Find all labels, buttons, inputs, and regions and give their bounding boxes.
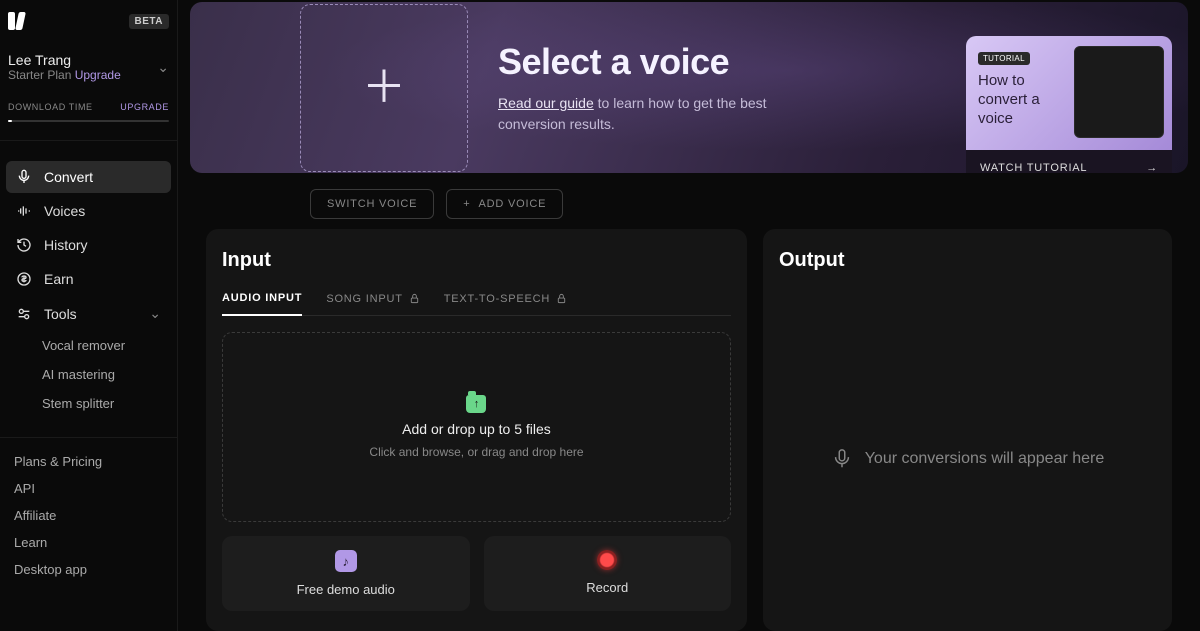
dropzone-subtitle: Click and browse, or drag and drop here	[369, 445, 583, 459]
record-label: Record	[586, 580, 628, 595]
plus-icon: +	[463, 198, 470, 210]
history-icon	[16, 237, 32, 253]
user-account-toggle[interactable]: Lee Trang Starter Plan Upgrade ⌄	[0, 42, 177, 86]
sidebar-header: BETA	[0, 0, 177, 42]
voice-actions: SWITCH VOICE + ADD VOICE	[190, 173, 1188, 229]
music-note-icon: ♪	[335, 550, 357, 572]
select-voice-box[interactable]: ＋	[300, 4, 468, 172]
secondary-nav: Plans & Pricing API Affiliate Learn Desk…	[0, 448, 177, 583]
user-plan: Starter Plan Upgrade	[8, 68, 121, 82]
download-time-section: DOWNLOAD TIME UPGRADE	[0, 86, 177, 130]
link-learn[interactable]: Learn	[14, 535, 163, 550]
record-card[interactable]: Record	[484, 536, 732, 611]
main-nav: Convert Voices History Earn T	[0, 151, 177, 427]
main-content: ＋ Select a voice Read our guide to learn…	[178, 0, 1200, 631]
tab-audio-input[interactable]: AUDIO INPUT	[222, 286, 302, 316]
input-panel: Input AUDIO INPUT SONG INPUT TEXT-TO-SPE…	[206, 229, 747, 631]
lock-icon	[409, 293, 420, 304]
tutorial-footer[interactable]: WATCH TUTORIAL →	[966, 150, 1172, 173]
switch-voice-button[interactable]: SWITCH VOICE	[310, 189, 434, 219]
tab-text-to-speech[interactable]: TEXT-TO-SPEECH	[444, 286, 567, 315]
earn-icon	[16, 271, 32, 287]
download-upgrade-link[interactable]: UPGRADE	[120, 102, 169, 112]
link-affiliate[interactable]: Affiliate	[14, 508, 163, 523]
nav-vocal-remover[interactable]: Vocal remover	[40, 332, 171, 359]
lock-icon	[556, 293, 567, 304]
input-title: Input	[222, 249, 731, 272]
download-time-label: DOWNLOAD TIME	[8, 102, 93, 112]
output-panel: Output Your conversions will appear here	[763, 229, 1172, 631]
tutorial-badge: TUTORIAL	[978, 52, 1030, 65]
demo-label: Free demo audio	[297, 582, 395, 597]
nav-stem-splitter[interactable]: Stem splitter	[40, 390, 171, 417]
user-name: Lee Trang	[8, 52, 121, 68]
input-tabs: AUDIO INPUT SONG INPUT TEXT-TO-SPEECH	[222, 286, 731, 316]
hero-subtitle: Read our guide to learn how to get the b…	[498, 93, 818, 135]
plus-icon: ＋	[362, 66, 406, 110]
download-progress-bar	[8, 120, 169, 122]
nav-voices[interactable]: Voices	[6, 195, 171, 227]
sidebar: BETA Lee Trang Starter Plan Upgrade ⌄ DO…	[0, 0, 178, 631]
output-empty-state: Your conversions will appear here	[779, 286, 1156, 611]
tools-subnav: Vocal remover AI mastering Stem splitter	[6, 332, 171, 417]
microphone-icon	[831, 448, 853, 470]
tutorial-title: How to convert a voice	[978, 72, 1068, 128]
link-plans-pricing[interactable]: Plans & Pricing	[14, 454, 163, 469]
record-icon	[597, 550, 617, 570]
hero-title: Select a voice	[498, 41, 818, 83]
tutorial-preview: TUTORIAL How to convert a voice	[966, 36, 1172, 150]
chevron-down-icon: ⌄	[157, 59, 169, 76]
tutorial-mock-icon	[1074, 46, 1164, 138]
link-api[interactable]: API	[14, 481, 163, 496]
link-desktop-app[interactable]: Desktop app	[14, 562, 163, 577]
voices-icon	[16, 203, 32, 219]
arrow-right-icon: →	[1146, 162, 1158, 173]
app-logo[interactable]	[8, 12, 30, 30]
output-empty-text: Your conversions will appear here	[865, 450, 1105, 468]
nav-earn[interactable]: Earn	[6, 263, 171, 295]
nav-convert[interactable]: Convert	[6, 161, 171, 193]
add-voice-button[interactable]: + ADD VOICE	[446, 189, 563, 219]
read-guide-link[interactable]: Read our guide	[498, 95, 594, 111]
nav-history[interactable]: History	[6, 229, 171, 261]
microphone-icon	[16, 169, 32, 185]
tutorial-card[interactable]: TUTORIAL How to convert a voice WATCH TU…	[966, 36, 1172, 173]
tools-icon	[16, 306, 32, 322]
folder-upload-icon	[466, 395, 486, 413]
watch-tutorial-label: WATCH TUTORIAL	[980, 162, 1087, 173]
tab-song-input[interactable]: SONG INPUT	[326, 286, 419, 315]
nav-ai-mastering[interactable]: AI mastering	[40, 361, 171, 388]
hero-banner: ＋ Select a voice Read our guide to learn…	[190, 2, 1188, 173]
beta-badge: BETA	[129, 14, 169, 29]
output-title: Output	[779, 249, 1156, 272]
file-dropzone[interactable]: Add or drop up to 5 files Click and brow…	[222, 332, 731, 522]
nav-tools[interactable]: Tools ⌄	[6, 297, 171, 330]
upgrade-link[interactable]: Upgrade	[75, 68, 121, 82]
chevron-down-icon: ⌄	[149, 305, 161, 322]
dropzone-title: Add or drop up to 5 files	[402, 421, 551, 437]
free-demo-audio-card[interactable]: ♪ Free demo audio	[222, 536, 470, 611]
